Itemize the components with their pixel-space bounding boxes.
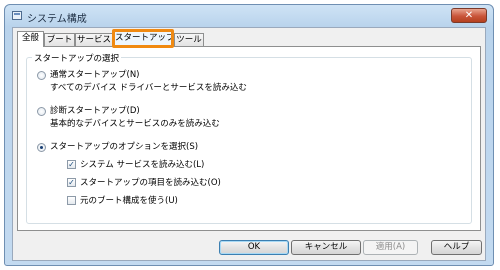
normal-startup-label[interactable]: 通常スタートアップ(N) — [50, 68, 140, 80]
use-original-boot-config-label[interactable]: 元のブート構成を使う(U) — [80, 194, 178, 206]
tab-boot[interactable]: ブート — [44, 33, 75, 46]
msconfig-icon — [12, 11, 22, 20]
load-startup-items-label[interactable]: スタートアップの項目を読み込む(O) — [80, 176, 221, 188]
diagnostic-startup-label[interactable]: 診断スタートアップ(D) — [50, 104, 140, 116]
load-system-services-label[interactable]: システム サービスを読み込む(L) — [80, 158, 204, 170]
cancel-button[interactable]: キャンセル — [291, 240, 361, 255]
system-configuration-window: システム構成 ✕ 全般 ブート サービス スタートアップ ツール スタートアップ… — [4, 4, 494, 266]
load-startup-items-checkbox[interactable]: ✓ — [67, 178, 76, 187]
diagnostic-startup-radio[interactable] — [37, 107, 46, 116]
load-system-services-checkbox[interactable]: ✓ — [67, 160, 76, 169]
selective-startup-radio[interactable] — [37, 143, 46, 152]
help-button[interactable]: ヘルプ — [431, 240, 482, 255]
tab-startup[interactable]: スタートアップ — [112, 29, 174, 48]
selective-startup-label[interactable]: スタートアップのオプションを選択(S) — [50, 140, 198, 152]
general-tab-panel: スタートアップの選択 通常スタートアップ(N) すべてのデバイス ドライバーとサ… — [17, 46, 481, 231]
diagnostic-startup-description: 基本的なデバイスとサービスのみを読み込む — [50, 119, 220, 129]
apply-button[interactable]: 適用(A) — [363, 240, 418, 255]
normal-startup-radio[interactable] — [37, 71, 46, 80]
startup-selection-group: スタートアップの選択 通常スタートアップ(N) すべてのデバイス ドライバーとサ… — [26, 52, 472, 224]
window-title: システム構成 — [27, 14, 87, 25]
close-button[interactable]: ✕ — [451, 8, 487, 23]
ok-button[interactable]: OK — [219, 240, 289, 255]
title-bar: システム構成 ✕ — [5, 5, 493, 27]
normal-startup-description: すべてのデバイス ドライバーとサービスを読み込む — [50, 83, 247, 93]
startup-selection-legend: スタートアップの選択 — [32, 52, 122, 64]
use-original-boot-config-checkbox[interactable] — [67, 196, 76, 205]
tab-services[interactable]: サービス — [75, 33, 113, 46]
tab-tools[interactable]: ツール — [174, 33, 204, 46]
dialog-client-area: 全般 ブート サービス スタートアップ ツール スタートアップの選択 通常スター… — [12, 27, 486, 261]
tab-general[interactable]: 全般 — [17, 31, 44, 47]
